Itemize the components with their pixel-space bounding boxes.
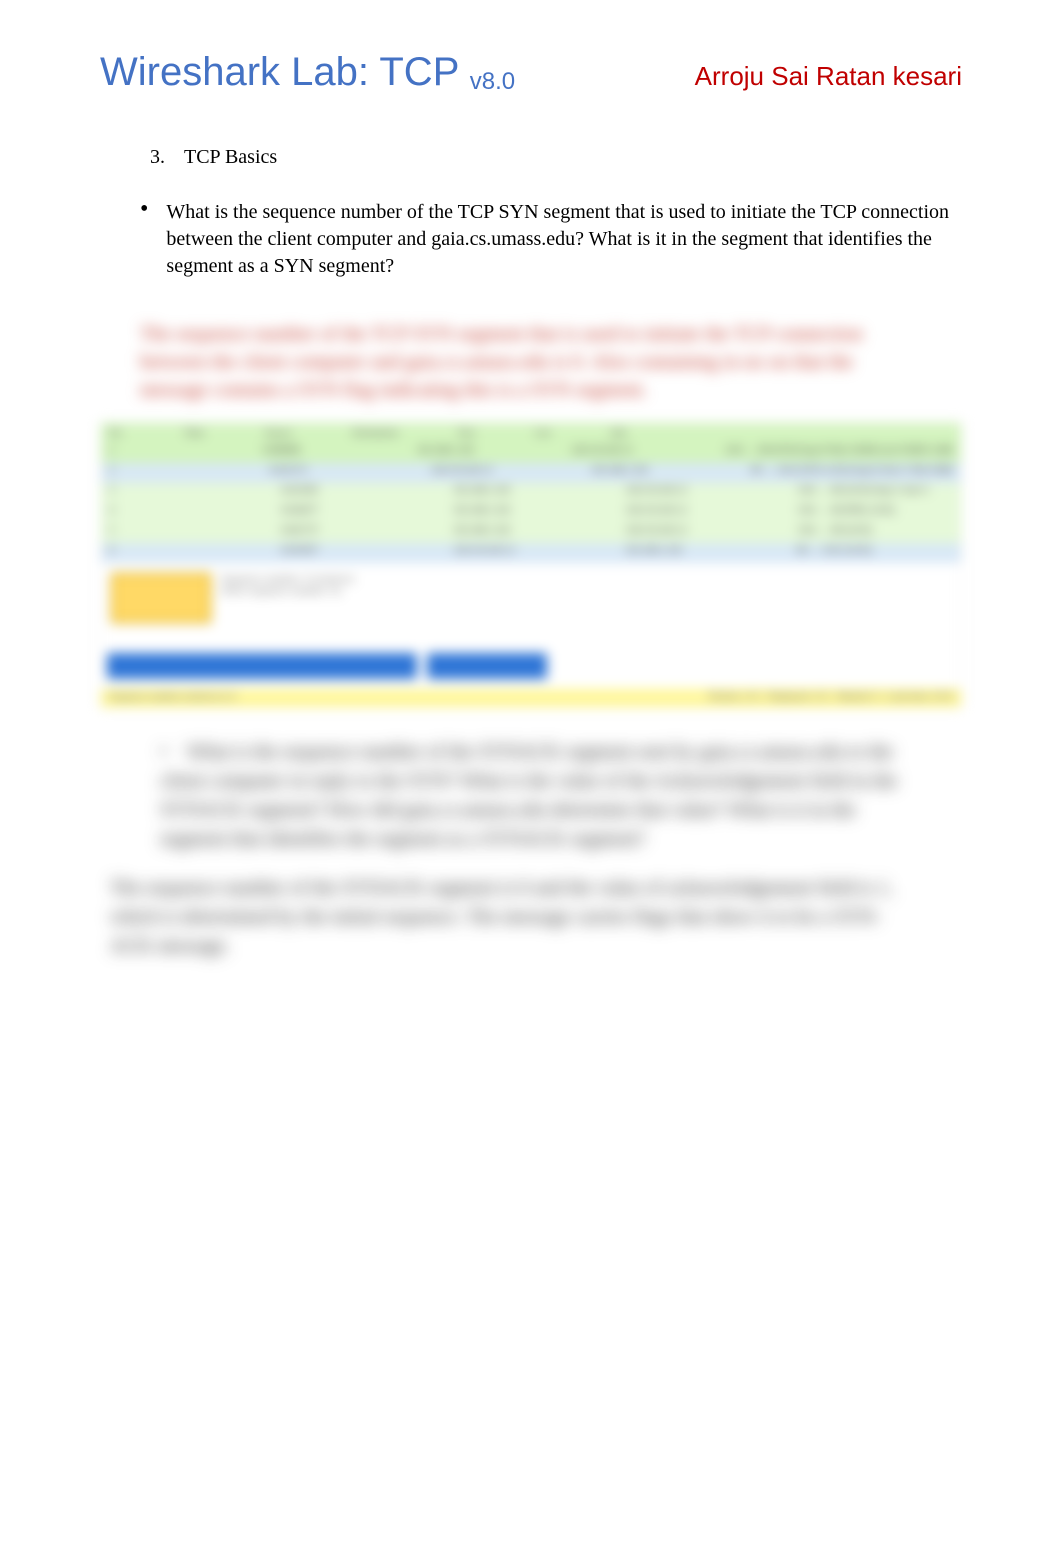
table-row: 3 0.023265 192.168.1.102 128.119.245.12 … — [101, 483, 961, 503]
selection-bar-short — [427, 653, 547, 679]
answer-2-blurred: The sequence number of the SYNACK segmen… — [100, 864, 962, 971]
section-number: 3. — [150, 146, 180, 169]
status-bar: Sequence number (relative) is 0 Packets:… — [101, 689, 961, 707]
title-row: Wireshark Lab: TCP v8.0 Arroju Sai Ratan… — [100, 50, 962, 96]
question-1: • What is the sequence number of the TCP… — [140, 199, 962, 280]
table-row: 1 0.000000 192.168.1.102 128.119.245.12 … — [101, 443, 961, 463]
col-len: Len — [535, 428, 551, 439]
status-right: Packets: 213 · Displayed: 213 · Marked: … — [709, 691, 953, 705]
title-text: Wireshark Lab: TCP — [100, 50, 470, 94]
question-1-text: What is the sequence number of the TCP S… — [166, 199, 962, 280]
col-time: Time — [184, 428, 205, 439]
table-row: 2 0.023172 128.119.245.12 192.168.1.102 … — [101, 463, 961, 483]
title-version: v8.0 — [470, 68, 515, 95]
question-2-text: What is the sequence number of the SYNAC… — [160, 741, 897, 850]
col-dest: Destination — [352, 428, 398, 439]
section-label: TCP Basics — [184, 146, 277, 168]
packet-bytes-pane — [101, 643, 961, 689]
packet-detail-pane: Sequence number: 0 (relative) [Next sequ… — [101, 563, 961, 643]
bullet-icon: • — [140, 199, 148, 219]
main-title: Wireshark Lab: TCP v8.0 — [100, 50, 515, 96]
answer-1-blurred: The sequence number of the TCP SYN segme… — [100, 310, 962, 414]
col-source: Source — [265, 428, 293, 439]
highlight-box — [111, 573, 211, 623]
wireshark-screenshot: No. Time Source Destination Prot Len Inf… — [100, 422, 962, 708]
col-no: No. — [109, 428, 124, 439]
table-header-row: No. Time Source Destination Prot Len Inf… — [101, 423, 961, 443]
section-heading: 3. TCP Basics — [150, 146, 962, 169]
table-row: 6 0.053937 128.119.245.12 192.168.1.102 … — [101, 543, 961, 563]
blurred-content: The sequence number of the TCP SYN segme… — [100, 310, 962, 971]
next-seq-line: [Next sequence number: 0] — [221, 585, 354, 597]
col-prot: Prot — [458, 428, 475, 439]
table-row: 4 0.026477 192.168.1.102 128.119.245.12 … — [101, 503, 961, 523]
status-left: Sequence number (relative) is 0 — [109, 691, 236, 705]
seq-num-line: Sequence number: 0 (relative) — [221, 573, 354, 585]
table-row: 5 0.041737 192.168.1.102 128.119.245.12 … — [101, 523, 961, 543]
selection-bar — [107, 653, 417, 679]
col-info: Info — [611, 428, 628, 439]
bullet-icon: • — [160, 738, 182, 767]
question-2-blurred: • What is the sequence number of the SYN… — [100, 728, 962, 864]
author-name: Arroju Sai Ratan kesari — [695, 61, 962, 92]
